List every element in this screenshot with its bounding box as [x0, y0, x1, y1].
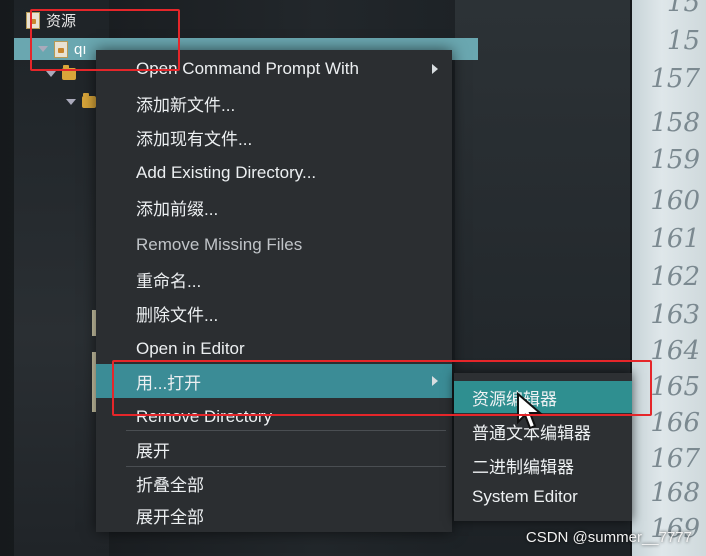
context-menu: Open Command Prompt With 添加新文件... 添加现有文件…	[96, 50, 452, 532]
menu-item-label: Open in Editor	[136, 339, 245, 358]
submenu-item-label: 二进制编辑器	[472, 457, 574, 477]
line-number: 159	[650, 145, 700, 175]
menu-item-label: 删除文件...	[136, 305, 219, 325]
menu-separator	[126, 430, 446, 431]
menu-item-expand-all[interactable]: 展开全部	[96, 500, 452, 530]
menu-item-add-existing-directory[interactable]: Add Existing Directory...	[96, 158, 452, 188]
menu-item-collapse-all[interactable]: 折叠全部	[96, 468, 452, 498]
menu-item-add-existing-file[interactable]: 添加现有文件...	[96, 122, 452, 152]
line-number: 160	[650, 186, 700, 216]
menu-item-add-prefix[interactable]: 添加前缀...	[96, 192, 452, 222]
expander-icon[interactable]	[46, 71, 56, 77]
menu-item-label: 展开	[136, 441, 170, 461]
menu-item-label: 添加前缀...	[136, 199, 219, 219]
line-number: 157	[650, 64, 700, 94]
menu-item-label: 重命名...	[136, 271, 202, 291]
menu-item-rename[interactable]: 重命名...	[96, 264, 452, 294]
line-number: 161	[650, 224, 700, 254]
menu-item-label: 折叠全部	[136, 475, 204, 495]
submenu-arrow-icon	[432, 64, 438, 74]
menu-item-label: Add Existing Directory...	[136, 163, 317, 182]
project-tree-pane	[14, 0, 109, 556]
line-number: 15	[666, 26, 700, 56]
menu-separator	[126, 466, 446, 467]
menu-item-label: 添加新文件...	[136, 95, 236, 115]
line-number-gutter: 15 15 157 158 159 160 161 162 163 164 16…	[632, 0, 706, 556]
submenu-item-label: System Editor	[472, 487, 578, 506]
line-number: 163	[650, 300, 700, 330]
expander-icon[interactable]	[66, 99, 76, 105]
submenu-item-system-editor[interactable]: System Editor	[454, 481, 632, 513]
line-number: 167	[650, 444, 700, 474]
folder-icon	[82, 93, 96, 108]
menu-item-label: 展开全部	[136, 507, 204, 527]
watermark: CSDN @summer__7777	[525, 529, 692, 546]
line-number: 15	[666, 0, 700, 18]
line-number: 158	[650, 108, 700, 138]
line-number: 168	[650, 478, 700, 508]
annotation-highlight-tree	[30, 9, 180, 71]
menu-item-label: Remove Missing Files	[136, 235, 303, 254]
annotation-highlight-open-with	[112, 360, 652, 416]
tree-item-folder[interactable]	[66, 93, 96, 108]
menu-item-remove-missing-files[interactable]: Remove Missing Files	[96, 230, 452, 260]
line-number: 162	[650, 262, 700, 292]
menu-item-expand[interactable]: 展开	[96, 434, 452, 464]
submenu-item-binary-editor[interactable]: 二进制编辑器	[454, 449, 632, 481]
menu-item-add-new-file[interactable]: 添加新文件...	[96, 88, 452, 118]
menu-item-label: 添加现有文件...	[136, 129, 253, 149]
menu-item-delete-file[interactable]: 删除文件...	[96, 298, 452, 328]
